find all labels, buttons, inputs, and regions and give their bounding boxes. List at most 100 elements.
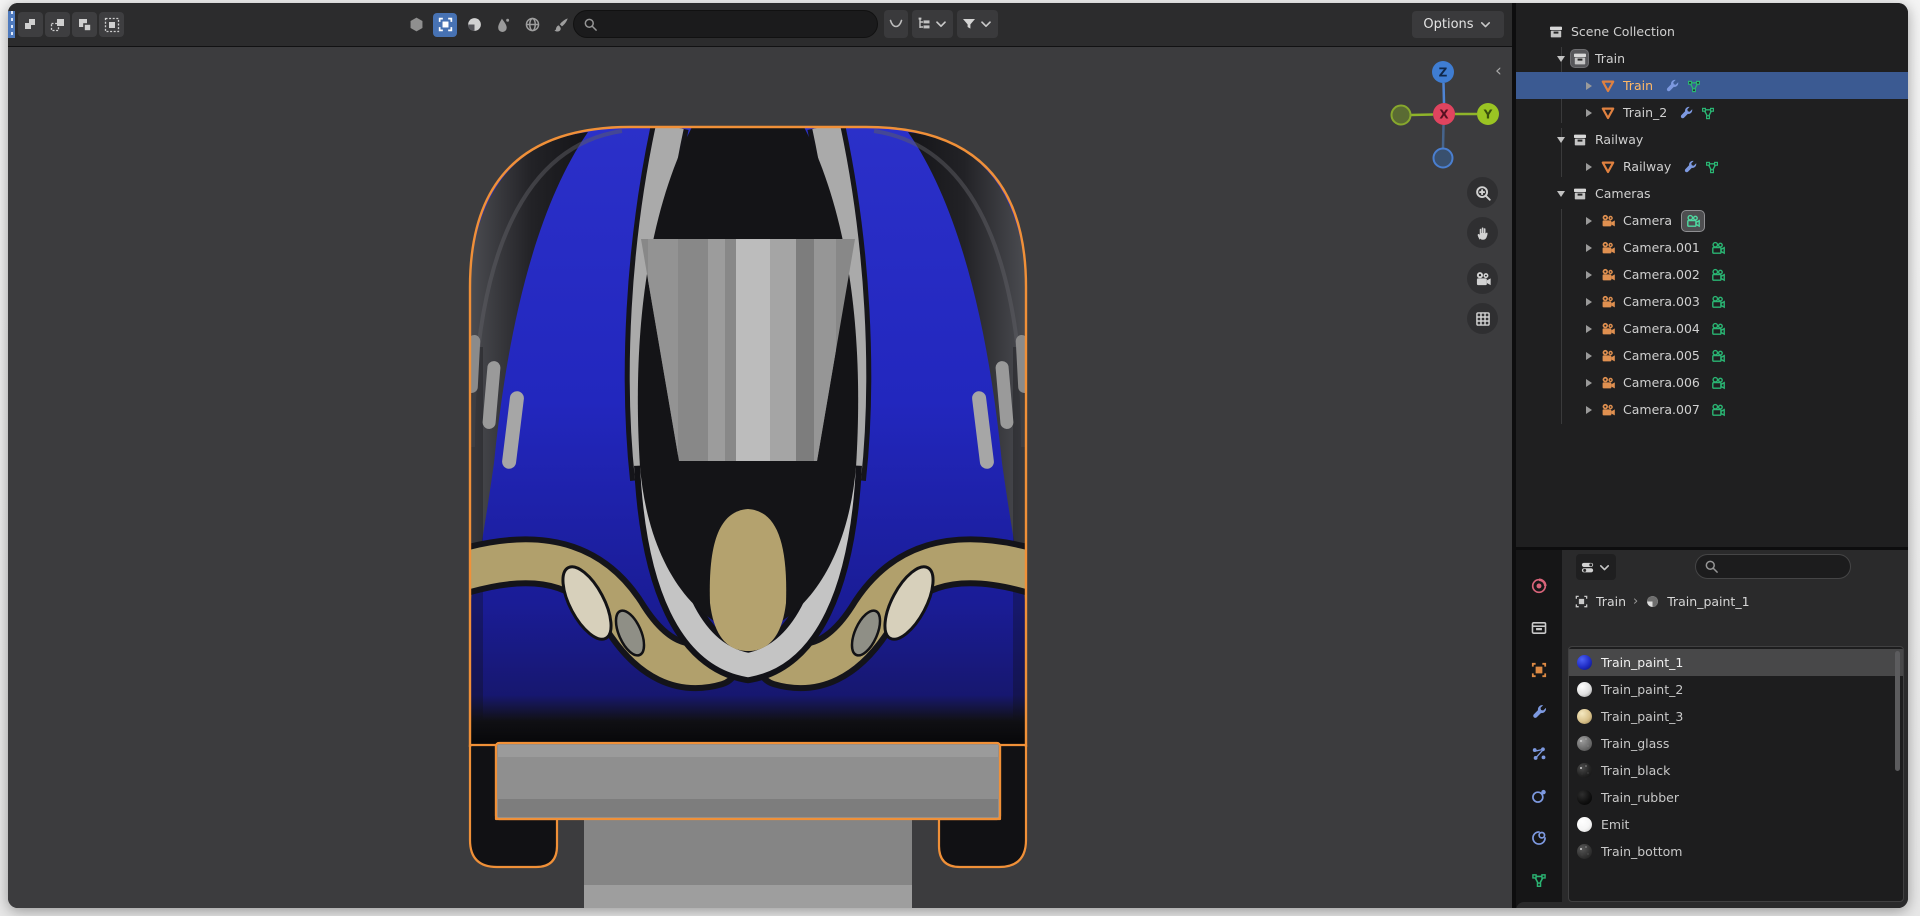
material-swatch (1577, 790, 1592, 805)
brush-icon[interactable] (549, 13, 573, 37)
pan-hand-button[interactable] (1467, 217, 1498, 248)
active-tool-partial-button[interactable] (8, 11, 15, 38)
camera-data-active-icon[interactable] (1682, 210, 1705, 231)
material-slot-train_paint_3[interactable]: Train_paint_3 (1569, 703, 1903, 730)
material-slot-train_black[interactable]: Train_black (1569, 757, 1903, 784)
tab-modifiers[interactable] (1516, 692, 1562, 732)
disclosure-collapsed-icon[interactable] (1582, 324, 1596, 333)
mesh-data-icon[interactable] (1699, 104, 1716, 121)
tab-object-data[interactable] (1516, 860, 1562, 900)
camera-data-icon[interactable] (1710, 239, 1727, 256)
outliner-row-railway[interactable]: Railway (1516, 126, 1908, 153)
disclosure-expanded-icon[interactable] (1554, 55, 1568, 62)
editor-type-button[interactable] (1576, 554, 1616, 580)
breadcrumb-object[interactable]: Train (1596, 594, 1626, 609)
material-slot-train_glass[interactable]: Train_glass (1569, 730, 1903, 757)
disclosure-expanded-icon[interactable] (1554, 190, 1568, 197)
outliner-row-scene-collection[interactable]: Scene Collection (1516, 18, 1908, 45)
material-slot-train_rubber[interactable]: Train_rubber (1569, 784, 1903, 811)
orthographic-grid-button[interactable] (1467, 303, 1498, 334)
outliner-row-camera-005[interactable]: Camera.005 (1516, 342, 1908, 369)
outliner-row-camera[interactable]: Camera (1516, 207, 1908, 234)
disclosure-collapsed-icon[interactable] (1582, 270, 1596, 279)
navigation-gizmo[interactable]: Z X Y (1384, 59, 1504, 169)
outliner-panel: Scene Collection Train Train Train_2 Railway… (1516, 3, 1908, 547)
outliner-row-train-2[interactable]: Train_2 (1516, 99, 1908, 126)
disclosure-collapsed-icon[interactable] (1582, 351, 1596, 360)
wrench-icon[interactable] (1681, 158, 1698, 175)
properties-search[interactable] (1695, 554, 1851, 579)
wrench-icon[interactable] (1677, 104, 1694, 121)
outliner-row-camera-006[interactable]: Camera.006 (1516, 369, 1908, 396)
axis-x-ball[interactable]: X (1433, 103, 1455, 125)
search-input[interactable] (598, 15, 842, 33)
outliner-row-camera-004[interactable]: Camera.004 (1516, 315, 1908, 342)
camera-view-button[interactable] (1467, 263, 1498, 294)
tab-output[interactable] (1516, 608, 1562, 648)
camera-data-icon[interactable] (1710, 320, 1727, 337)
camera-data-icon[interactable] (1710, 266, 1727, 283)
tab-physics[interactable] (1516, 776, 1562, 816)
select-mode-intersect-button[interactable] (99, 12, 124, 37)
3d-viewport-render-train[interactable] (8, 47, 1512, 908)
outliner-row-train[interactable]: Train (1516, 45, 1908, 72)
display-mode-dropdown[interactable] (912, 10, 953, 38)
toolbar-search[interactable] (573, 10, 878, 38)
mesh-data-icon[interactable] (1703, 158, 1720, 175)
outliner-row-camera-002[interactable]: Camera.002 (1516, 261, 1908, 288)
options-button[interactable]: Options (1412, 11, 1504, 38)
camera-data-icon[interactable] (1710, 401, 1727, 418)
breadcrumb-separator: › (1633, 593, 1639, 609)
disclosure-collapsed-icon[interactable] (1582, 243, 1596, 252)
zoom-button[interactable] (1467, 177, 1498, 208)
disclosure-collapsed-icon[interactable] (1582, 108, 1596, 117)
disclosure-collapsed-icon[interactable] (1582, 405, 1596, 414)
select-mode-subtract-button[interactable] (72, 12, 97, 37)
material-list-scrollbar[interactable] (1895, 651, 1900, 771)
3d-viewport[interactable]: Z X Y ‹ (8, 47, 1512, 908)
disclosure-collapsed-icon[interactable] (1582, 216, 1596, 225)
falloff-curve-dropdown[interactable] (884, 10, 908, 38)
disclosure-expanded-icon[interactable] (1554, 136, 1568, 143)
clone-droplet-icon[interactable] (491, 13, 515, 37)
mesh-data-icon[interactable] (1685, 77, 1702, 94)
outliner-row-camera-007[interactable]: Camera.007 (1516, 396, 1908, 423)
tab-material[interactable] (1516, 902, 1562, 908)
wrench-icon[interactable] (1663, 77, 1680, 94)
stencil-square-icon[interactable] (433, 12, 457, 37)
filter-dropdown[interactable] (957, 10, 998, 38)
axis-y-negative-ball[interactable] (1390, 104, 1412, 126)
breadcrumb-material[interactable]: Train_paint_1 (1667, 594, 1749, 609)
outliner-row-train[interactable]: Train (1516, 72, 1908, 99)
material-slot-train_paint_1[interactable]: Train_paint_1 (1569, 649, 1903, 676)
tab-object[interactable] (1516, 650, 1562, 690)
outliner-row-railway[interactable]: Railway (1516, 153, 1908, 180)
camera-data-icon[interactable] (1710, 374, 1727, 391)
world-icon[interactable] (520, 13, 544, 37)
falloff-sphere-icon[interactable] (462, 13, 486, 37)
select-mode-set-button[interactable] (18, 12, 43, 37)
properties-search-input[interactable] (1719, 558, 1833, 575)
disclosure-collapsed-icon[interactable] (1582, 162, 1596, 171)
disclosure-collapsed-icon[interactable] (1582, 297, 1596, 306)
tab-render[interactable] (1516, 566, 1562, 606)
material-slot-train_bottom[interactable]: Train_bottom (1569, 838, 1903, 865)
axis-z-ball[interactable]: Z (1432, 61, 1454, 83)
outliner-row-camera-001[interactable]: Camera.001 (1516, 234, 1908, 261)
material-slot-train_paint_2[interactable]: Train_paint_2 (1569, 676, 1903, 703)
hexagon-icon[interactable] (404, 13, 428, 37)
tab-particles[interactable] (1516, 734, 1562, 774)
outliner-row-camera-003[interactable]: Camera.003 (1516, 288, 1908, 315)
desktop-background: Options Z X Y ‹ Scene Collection Train T… (0, 0, 1920, 916)
select-mode-extend-button[interactable] (45, 12, 70, 37)
sidebar-collapse-arrow[interactable]: ‹ (1495, 61, 1502, 81)
axis-y-ball[interactable]: Y (1477, 103, 1499, 125)
disclosure-collapsed-icon[interactable] (1582, 81, 1596, 90)
tab-constraints[interactable] (1516, 818, 1562, 858)
outliner-row-cameras[interactable]: Cameras (1516, 180, 1908, 207)
camera-data-icon[interactable] (1710, 293, 1727, 310)
axis-z-negative-ball[interactable] (1432, 147, 1454, 169)
disclosure-collapsed-icon[interactable] (1582, 378, 1596, 387)
camera-data-icon[interactable] (1710, 347, 1727, 364)
material-slot-emit[interactable]: Emit (1569, 811, 1903, 838)
